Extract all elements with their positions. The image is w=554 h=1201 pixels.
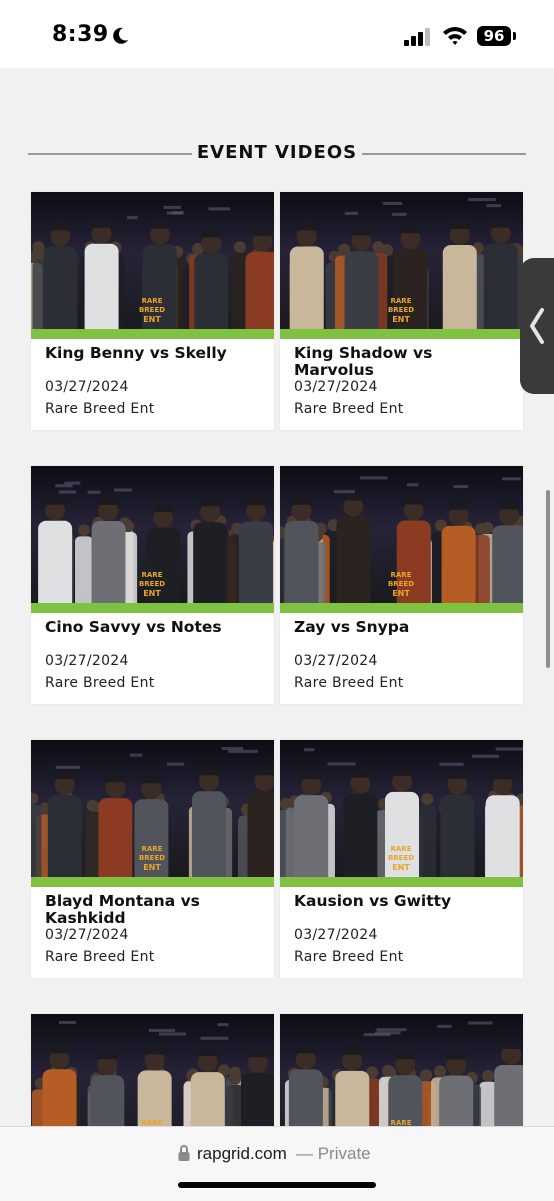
svg-text:ENT: ENT	[143, 315, 161, 324]
video-card[interactable]: RARE BREED ENT Zay vs Snypa 03/27/2024 Rar…	[280, 466, 523, 704]
video-title[interactable]: Zay vs Snypa	[294, 619, 514, 636]
video-card[interactable]: RARE BREED ENT Cino Savvy vs Notes 03/27/2…	[31, 466, 274, 704]
video-thumbnail[interactable]: RAREBREEDENT	[31, 1014, 274, 1126]
svg-text:RARE: RARE	[391, 571, 412, 579]
moon-icon	[113, 27, 128, 44]
video-organization: Rare Breed Ent	[45, 675, 155, 691]
svg-text:RARE: RARE	[142, 571, 163, 579]
thumbnail-image: RAREBREEDENT	[280, 192, 523, 329]
svg-text:ENT: ENT	[143, 863, 161, 872]
header-divider-right	[362, 153, 526, 155]
svg-text:BREED: BREED	[388, 580, 414, 588]
accent-bar	[31, 329, 274, 339]
thumbnail-image: RAREBREEDENT	[31, 466, 274, 603]
section-title: EVENT VIDEOS	[196, 142, 358, 163]
accent-bar	[31, 877, 274, 887]
video-date: 03/27/2024	[294, 927, 378, 943]
scrollbar[interactable]	[546, 490, 550, 668]
thumbnail-image: RAREBREEDENT	[280, 466, 523, 603]
accent-bar	[31, 603, 274, 613]
video-card-partial[interactable]: RAREBREEDENT	[280, 1014, 523, 1126]
video-date: 03/27/2024	[294, 379, 378, 395]
video-thumbnail[interactable]: RAREBREEDENT	[280, 466, 523, 603]
signal-icon	[404, 28, 430, 46]
video-thumbnail[interactable]: RAREBREEDENT	[280, 740, 523, 877]
video-card[interactable]: RARE BREED ENT King Benny vs Skelly 03/27/…	[31, 192, 274, 430]
svg-text:RARE: RARE	[142, 1119, 163, 1126]
svg-text:BREED: BREED	[388, 306, 414, 314]
home-indicator[interactable]	[178, 1182, 376, 1188]
svg-text:RARE: RARE	[391, 845, 412, 853]
svg-text:RARE: RARE	[391, 1119, 412, 1126]
svg-text:BREED: BREED	[139, 580, 165, 588]
svg-text:RARE: RARE	[391, 297, 412, 305]
url-domain[interactable]: rapgrid.com	[197, 1144, 287, 1164]
video-date: 03/27/2024	[294, 653, 378, 669]
thumbnail-image: RAREBREEDENT	[280, 740, 523, 877]
video-thumbnail[interactable]: RAREBREEDENT	[31, 192, 274, 329]
video-title[interactable]: Kausion vs Gwitty	[294, 893, 514, 910]
video-organization: Rare Breed Ent	[45, 949, 155, 965]
lock-icon	[178, 1145, 190, 1161]
battery-icon: 96	[477, 26, 511, 46]
video-title[interactable]: Cino Savvy vs Notes	[45, 619, 265, 636]
svg-text:BREED: BREED	[388, 854, 414, 862]
svg-text:ENT: ENT	[143, 589, 161, 598]
svg-text:ENT: ENT	[392, 589, 410, 598]
video-card[interactable]: RARE BREED ENT Kausion vs Gwitty 03/27/202…	[280, 740, 523, 978]
svg-text:RARE: RARE	[142, 297, 163, 305]
chevron-left-icon[interactable]	[528, 306, 546, 346]
wifi-icon	[443, 27, 467, 45]
accent-bar	[280, 877, 523, 887]
video-date: 03/27/2024	[45, 653, 129, 669]
video-card[interactable]: RARE BREED ENT King Shadow vs Marvolus 03/…	[280, 192, 523, 430]
video-title[interactable]: Blayd Montana vs Kashkidd	[45, 893, 265, 927]
video-thumbnail[interactable]: RAREBREEDENT	[31, 740, 274, 877]
rare-breed-logo: RAREBREEDENT	[391, 1119, 412, 1126]
thumbnail-image: RAREBREEDENT	[280, 1014, 523, 1126]
thumbnail-image: RAREBREEDENT	[31, 192, 274, 329]
video-date: 03/27/2024	[45, 927, 129, 943]
video-title[interactable]: King Benny vs Skelly	[45, 345, 265, 362]
video-date: 03/27/2024	[45, 379, 129, 395]
video-thumbnail[interactable]: RAREBREEDENT	[31, 466, 274, 603]
thumbnail-image: RAREBREEDENT	[31, 740, 274, 877]
battery-tip	[513, 32, 516, 40]
svg-text:RARE: RARE	[142, 845, 163, 853]
browsing-mode-label: — Private	[296, 1144, 371, 1163]
video-card[interactable]: RARE BREED ENT Blayd Montana vs Kashkidd 0…	[31, 740, 274, 978]
svg-text:ENT: ENT	[392, 315, 410, 324]
header-divider-left	[28, 153, 192, 155]
video-title[interactable]: King Shadow vs Marvolus	[294, 345, 514, 379]
video-organization: Rare Breed Ent	[294, 675, 404, 691]
svg-text:ENT: ENT	[392, 863, 410, 872]
status-time: 8:39	[52, 22, 109, 47]
video-organization: Rare Breed Ent	[45, 401, 155, 417]
video-thumbnail[interactable]: RAREBREEDENT	[280, 192, 523, 329]
accent-bar	[280, 603, 523, 613]
rare-breed-logo: RAREBREEDENT	[142, 1119, 163, 1126]
video-card-partial[interactable]: RAREBREEDENT	[31, 1014, 274, 1126]
video-organization: Rare Breed Ent	[294, 401, 404, 417]
accent-bar	[280, 329, 523, 339]
svg-text:BREED: BREED	[139, 306, 165, 314]
video-organization: Rare Breed Ent	[294, 949, 404, 965]
thumbnail-image: RAREBREEDENT	[31, 1014, 274, 1126]
video-thumbnail[interactable]: RAREBREEDENT	[280, 1014, 523, 1126]
svg-text:BREED: BREED	[139, 854, 165, 862]
